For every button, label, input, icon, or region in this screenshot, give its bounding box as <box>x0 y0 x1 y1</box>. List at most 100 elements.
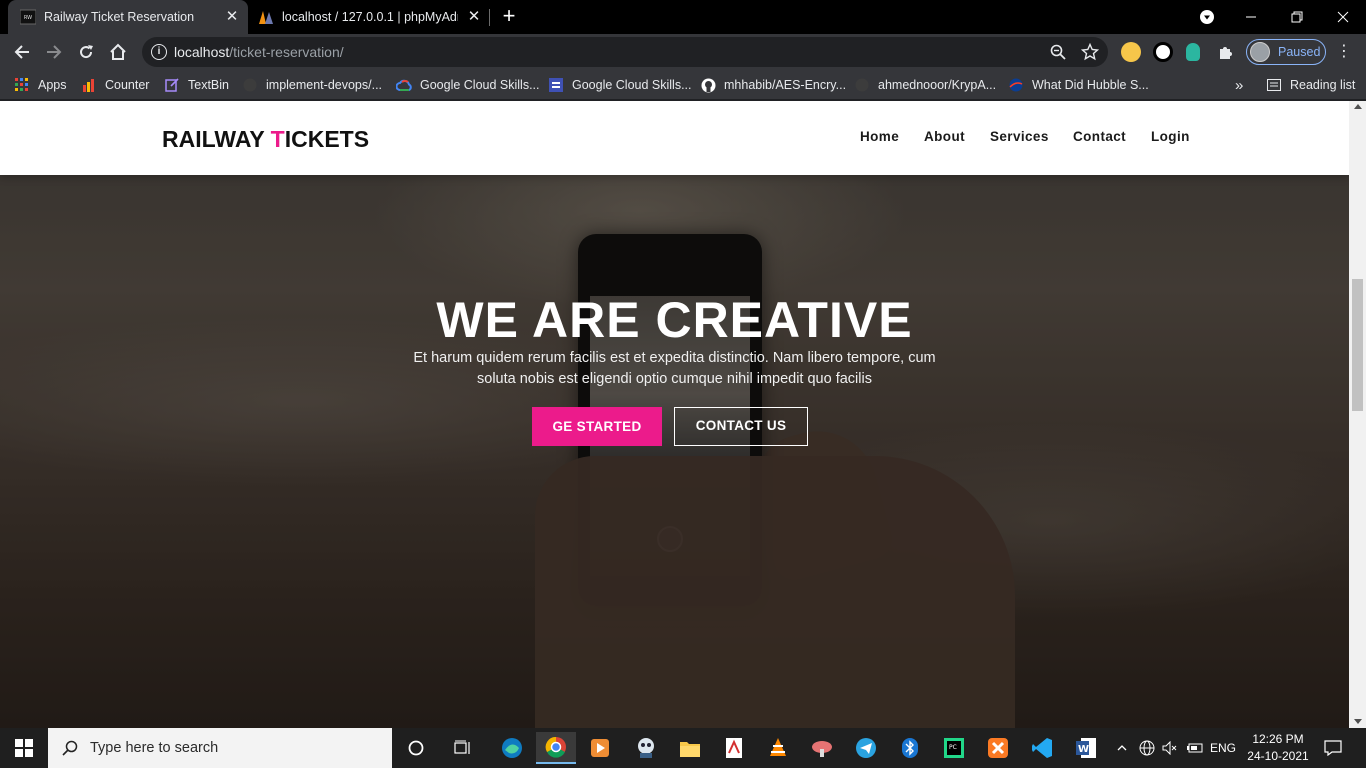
extensions-puzzle-icon[interactable] <box>1212 38 1240 66</box>
bookmark-krypa[interactable]: ahmednooor/KrypA... <box>854 75 996 95</box>
word-icon[interactable]: W <box>1066 732 1106 764</box>
reload-icon[interactable] <box>72 38 100 66</box>
new-tab-icon[interactable]: + <box>498 5 520 28</box>
bookmark-label: Apps <box>38 78 67 92</box>
close-window-icon[interactable] <box>1320 0 1366 34</box>
chrome-icon[interactable] <box>536 732 576 764</box>
tab-close-icon[interactable]: ✕ <box>466 9 482 25</box>
battery-icon[interactable] <box>1184 728 1206 768</box>
minimize-icon[interactable] <box>1228 0 1274 34</box>
bookmark-counter[interactable]: Counter <box>81 75 149 95</box>
bookmark-apps[interactable]: Apps <box>14 75 67 95</box>
get-started-button[interactable]: GE STARTED <box>532 407 662 446</box>
bookmark-aes-encry[interactable]: mhhabib/AES-Encry... <box>700 75 846 95</box>
windows-start-icon[interactable] <box>0 728 48 768</box>
bookmark-textbin[interactable]: TextBin <box>164 75 229 95</box>
reading-list-button[interactable]: Reading list <box>1266 75 1355 95</box>
xampp-icon[interactable] <box>978 732 1018 764</box>
task-view-icon[interactable] <box>443 732 483 764</box>
telegram-icon[interactable] <box>846 732 886 764</box>
network-globe-icon[interactable] <box>1137 728 1157 768</box>
bookmark-label: mhhabib/AES-Encry... <box>724 78 847 92</box>
profile-button[interactable]: Paused <box>1246 39 1326 65</box>
taskbar-search-box[interactable]: Type here to search <box>48 728 392 768</box>
phpmyadmin-favicon-icon <box>258 9 274 25</box>
language-indicator[interactable]: ENG <box>1208 728 1238 768</box>
site-info-icon[interactable]: i <box>151 44 167 60</box>
nav-home[interactable]: Home <box>860 129 899 144</box>
home-icon[interactable] <box>104 38 132 66</box>
bookmark-google-cloud-1[interactable]: Google Cloud Skills... <box>396 75 540 95</box>
tab-search-icon[interactable] <box>1184 0 1230 34</box>
back-arrow-icon[interactable] <box>8 38 36 66</box>
hero-subtitle: Et harum quidem rerum facilis est et exp… <box>413 350 936 387</box>
nav-login[interactable]: Login <box>1151 129 1190 144</box>
tab-railway-ticket-reservation[interactable]: RW Railway Ticket Reservation ✕ <box>8 0 248 34</box>
hero-title: WE ARE CREATIVE <box>436 292 913 348</box>
bookmark-label: ahmednooor/KrypA... <box>878 78 997 92</box>
search-icon <box>62 740 78 756</box>
textbin-edit-icon <box>164 77 180 93</box>
lock-extension-icon[interactable] <box>1153 42 1173 62</box>
google-cloud-icon <box>396 77 412 93</box>
nav-services[interactable]: Services <box>990 129 1049 144</box>
vscode-icon[interactable] <box>1022 732 1062 764</box>
emoji-extension-icon[interactable] <box>1121 42 1141 62</box>
counter-chart-icon <box>81 77 97 93</box>
svg-text:W: W <box>1078 744 1089 755</box>
scroll-up-icon[interactable] <box>1354 104 1362 109</box>
media-player-icon[interactable] <box>580 732 620 764</box>
browser-tabstrip: RW Railway Ticket Reservation ✕ localhos… <box>0 0 1366 34</box>
vlc-icon[interactable] <box>758 732 798 764</box>
address-bar[interactable]: i localhost/ticket-reservation/ <box>142 37 1108 67</box>
github-icon <box>242 77 258 93</box>
bookmarks-overflow-icon[interactable]: » <box>1235 75 1243 95</box>
scroll-thumb[interactable] <box>1352 279 1363 411</box>
browser-menu-icon[interactable]: ⋮ <box>1334 42 1354 62</box>
zoom-icon[interactable] <box>1048 42 1068 62</box>
apps-grid-icon <box>14 77 30 93</box>
windows-taskbar: Type here to search PC W ENG 12:26 PM 24… <box>0 728 1366 768</box>
notifications-icon[interactable] <box>1320 728 1346 768</box>
svg-text:PC: PC <box>949 744 957 751</box>
cortana-icon[interactable] <box>396 732 436 764</box>
volume-muted-icon[interactable] <box>1160 728 1180 768</box>
tray-chevron-up-icon[interactable] <box>1113 728 1131 768</box>
bluetooth-icon[interactable] <box>890 732 930 764</box>
bookmark-star-icon[interactable] <box>1080 42 1100 62</box>
forward-arrow-icon[interactable] <box>40 38 68 66</box>
scroll-down-icon[interactable] <box>1354 719 1362 724</box>
github-icon <box>854 77 870 93</box>
profile-status: Paused <box>1278 45 1321 59</box>
site-logo[interactable]: RAILWAY TICKETS <box>162 126 369 153</box>
github-icon <box>700 77 716 93</box>
edge-icon[interactable] <box>492 732 532 764</box>
nav-contact[interactable]: Contact <box>1073 129 1126 144</box>
bookmark-hubble[interactable]: What Did Hubble S... <box>1008 75 1149 95</box>
url-text: localhost/ticket-reservation/ <box>174 44 344 60</box>
tab-close-icon[interactable]: ✕ <box>224 9 240 25</box>
pycharm-icon[interactable]: PC <box>934 732 974 764</box>
bookmark-label: Google Cloud Skills... <box>420 78 540 92</box>
contact-us-button[interactable]: CONTACT US <box>674 407 808 446</box>
bookmark-label: implement-devops/... <box>266 78 383 92</box>
qwiklabs-icon <box>548 77 564 93</box>
nav-about[interactable]: About <box>924 129 965 144</box>
clock-date: 24-10-2021 <box>1247 749 1309 763</box>
screen: RW Railway Ticket Reservation ✕ localhos… <box>0 0 1366 768</box>
alien-extension-icon[interactable] <box>1186 43 1200 61</box>
restore-icon[interactable] <box>1274 0 1320 34</box>
bookmark-google-cloud-2[interactable]: Google Cloud Skills... <box>548 75 692 95</box>
taskbar-clock[interactable]: 12:26 PM 24-10-2021 <box>1238 731 1318 765</box>
tab-title: Railway Ticket Reservation <box>44 10 195 24</box>
bookmark-implement-devops[interactable]: implement-devops/... <box>242 75 382 95</box>
tab-phpmyadmin[interactable]: localhost / 127.0.0.1 | phpMyAdm ✕ <box>248 0 490 34</box>
mushroom-app-icon[interactable] <box>802 732 842 764</box>
page-viewport: RAILWAY TICKETS Home About Services Cont… <box>0 101 1349 728</box>
svg-text:RW: RW <box>24 15 32 21</box>
game-character-icon[interactable] <box>626 732 666 764</box>
tab-separator <box>489 9 490 26</box>
file-explorer-icon[interactable] <box>670 732 710 764</box>
page-scrollbar[interactable] <box>1349 101 1366 728</box>
pdf-app-icon[interactable] <box>714 732 754 764</box>
